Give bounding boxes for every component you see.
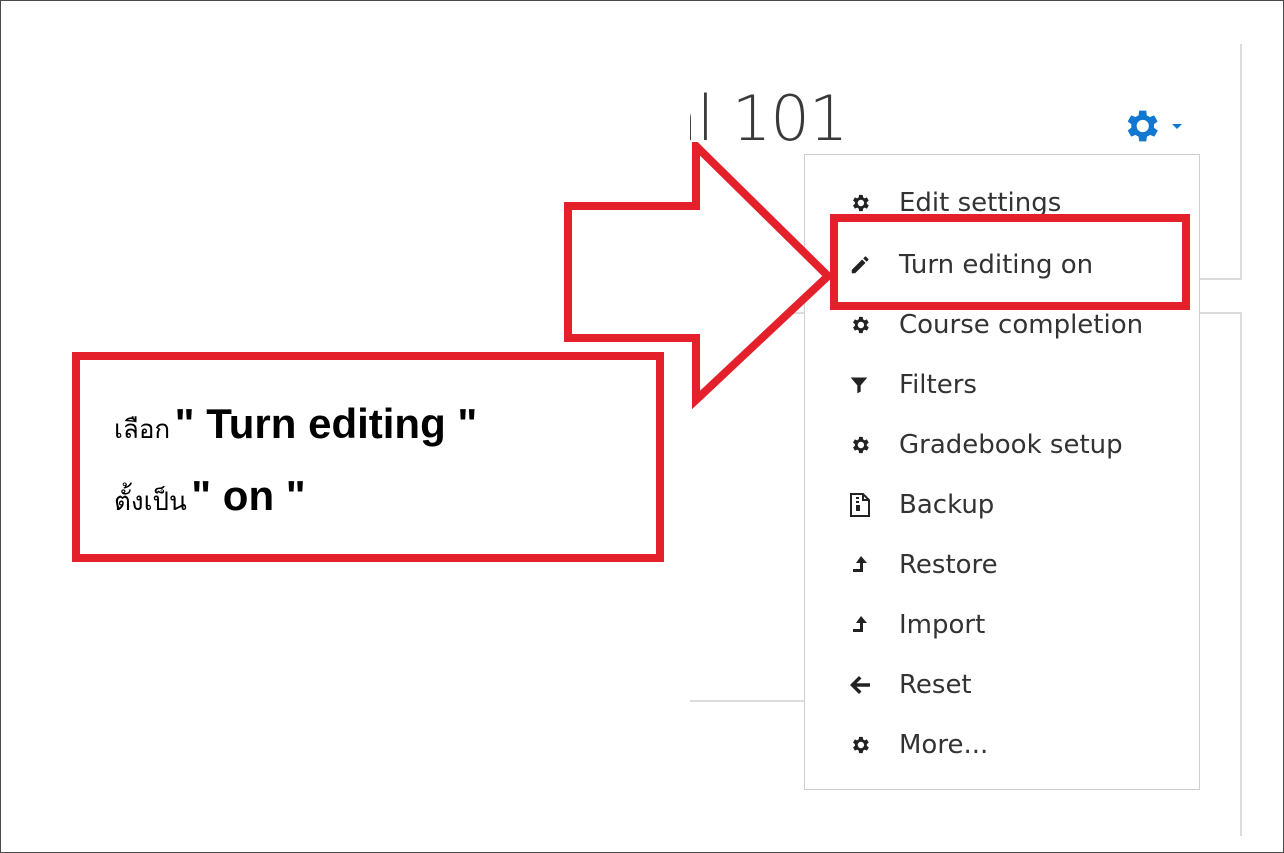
callout-thai-text: ตั้งเป็น — [114, 487, 187, 517]
course-settings-button[interactable] — [1120, 104, 1210, 148]
gear-icon — [849, 192, 895, 214]
gear-icon — [849, 734, 895, 756]
callout-thai-text: เลือก — [114, 415, 171, 445]
gear-icon — [849, 434, 895, 456]
caret-down-icon — [1170, 121, 1184, 131]
page-divider — [1240, 312, 1242, 836]
menu-item-label: Course completion — [899, 310, 1144, 340]
menu-item-import[interactable]: Import — [805, 597, 1199, 653]
menu-item-label: Gradebook setup — [899, 430, 1123, 460]
menu-item-label: Filters — [899, 370, 977, 400]
annotation-callout: เลือก " Turn editing " ตั้งเป็น " on " — [72, 352, 664, 562]
callout-line-1: เลือก " Turn editing " — [114, 400, 477, 450]
highlight-box — [830, 214, 1190, 310]
menu-item-label: Backup — [899, 490, 995, 520]
filter-icon — [849, 375, 895, 395]
menu-item-backup[interactable]: Backup — [805, 477, 1199, 533]
menu-item-label: Import — [899, 610, 986, 640]
menu-item-restore[interactable]: Restore — [805, 537, 1199, 593]
menu-item-more[interactable]: More... — [805, 717, 1199, 773]
menu-item-filters[interactable]: Filters — [805, 357, 1199, 413]
menu-item-label: More... — [899, 730, 989, 760]
level-up-icon — [849, 554, 895, 576]
menu-item-reset[interactable]: Reset — [805, 657, 1199, 713]
arrow-left-icon — [849, 675, 895, 695]
file-archive-icon — [849, 493, 895, 517]
menu-item-label: Reset — [899, 670, 972, 700]
page-divider — [690, 700, 806, 702]
callout-english-text: " on " — [191, 472, 306, 519]
callout-english-text: " Turn editing " — [174, 400, 478, 447]
level-up-icon — [849, 614, 895, 636]
gear-icon — [1120, 105, 1162, 147]
page-divider — [1240, 44, 1242, 280]
menu-item-label: Restore — [899, 550, 998, 580]
menu-item-gradebook-setup[interactable]: Gradebook setup — [805, 417, 1199, 473]
callout-line-2: ตั้งเป็น " on " — [114, 472, 306, 522]
gear-icon — [849, 314, 895, 336]
